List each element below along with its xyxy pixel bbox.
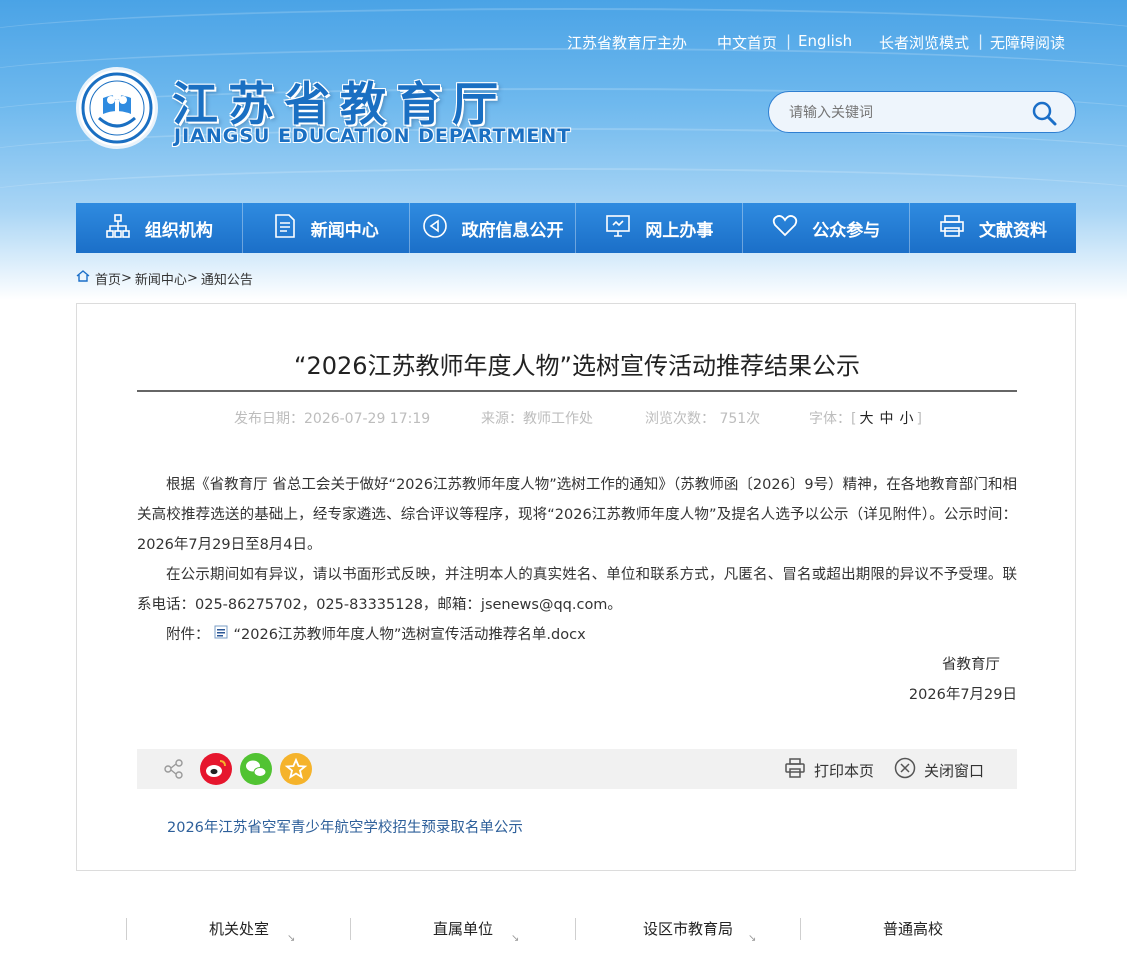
search-icon[interactable] <box>1031 100 1057 130</box>
bracket: ] <box>916 411 922 427</box>
attachment-label: 附件： <box>166 627 210 643</box>
footer-nav-item[interactable]: 直属单位 ↘ <box>350 918 575 944</box>
separator: | <box>786 32 792 50</box>
footer-nav-label: 普通高校 <box>882 920 943 938</box>
nav-label: 文献资料 <box>979 220 1048 241</box>
paragraph: 根据《省教育厅 省总工会关于做好“2026江苏教师年度人物”选树工作的通知》（苏… <box>137 477 1017 553</box>
elder-mode-link[interactable]: 长者浏览模式 <box>879 32 969 53</box>
font-size-medium[interactable]: 中 <box>879 411 893 427</box>
search-input[interactable] <box>789 102 1019 124</box>
font-size-small[interactable]: 小 <box>899 411 913 427</box>
article-card: “2026江苏教师年度人物”选树宣传活动推荐结果公示 发布日期：2026-07-… <box>76 303 1076 871</box>
signature: 省教育厅 <box>942 657 1000 673</box>
monitor-icon <box>605 214 645 243</box>
footer-nav-label: 机关处室 <box>208 920 269 938</box>
heart-icon <box>772 214 812 243</box>
print-label: 打印本页 <box>814 761 875 780</box>
nav-label: 政府信息公开 <box>461 220 564 241</box>
breadcrumb: 首页 > 新闻中心 > 通知公告 <box>76 269 253 288</box>
font-size-label: 字体： <box>809 411 851 427</box>
related-article-link[interactable]: 2026年江苏省空军青少年航空学校招生预录取名单公示 <box>167 816 523 837</box>
separator: | <box>978 32 984 50</box>
nav-label: 网上办事 <box>645 220 714 241</box>
breadcrumb-separator: > <box>121 270 132 286</box>
breadcrumb-news[interactable]: 新闻中心 <box>135 269 187 288</box>
footer-nav: 机关处室 ↘ 直属单位 ↘ 设区市教育局 ↘ 普通高校 <box>126 918 1026 944</box>
title-divider <box>137 390 1017 392</box>
article-title: “2026江苏教师年度人物”选树宣传活动推荐结果公示 <box>294 352 860 380</box>
search-box <box>768 91 1076 133</box>
footer-nav-label: 设区市教育局 <box>642 920 733 938</box>
nav-label: 公众参与 <box>812 220 881 241</box>
font-size-large[interactable]: 大 <box>859 411 873 427</box>
wechat-icon[interactable] <box>240 753 272 789</box>
article-body: 根据《省教育厅 省总工会关于做好“2026江苏教师年度人物”选树工作的通知》（苏… <box>137 470 1017 710</box>
speaker-icon <box>422 213 462 244</box>
nav-item-organization[interactable]: 组织机构 <box>76 203 243 253</box>
close-label: 关闭窗口 <box>924 761 985 780</box>
source: 来源：教师工作处 <box>481 411 593 427</box>
article-meta: 发布日期：2026-07-29 17:19 来源：教师工作处 浏览次数： 751… <box>77 408 1077 428</box>
footer-nav-item[interactable]: 普通高校 <box>800 918 1025 940</box>
footer-nav-item[interactable]: 设区市教育局 ↘ <box>575 918 800 944</box>
document-icon <box>273 213 311 244</box>
close-icon <box>894 757 924 783</box>
nav-item-documents[interactable]: 文献资料 <box>910 203 1076 253</box>
breadcrumb-separator: > <box>186 270 198 286</box>
nav-item-public-participation[interactable]: 公众参与 <box>743 203 911 253</box>
view-count: 浏览次数： 751次 <box>645 411 761 427</box>
nav-label: 组织机构 <box>144 220 213 241</box>
accessible-reading-link[interactable]: 无障碍阅读 <box>990 32 1065 53</box>
paragraph: 在公示期间如有异议，请以书面形式反映，并注明本人的真实姓名、单位和联系方式，凡匿… <box>137 567 1017 613</box>
nav-label: 新闻中心 <box>310 220 379 241</box>
favorite-icon[interactable] <box>280 753 312 789</box>
attachment-row: 附件： “2026江苏教师年度人物”选树宣传活动推荐名单.docx <box>137 620 1017 650</box>
chinese-home-link[interactable]: 中文首页 <box>717 32 777 53</box>
printer-icon <box>939 214 979 243</box>
header-banner: 江苏省教育厅主办 中文首页 | English 长者浏览模式 | 无障碍阅读 江… <box>0 0 1127 300</box>
home-icon[interactable] <box>76 270 95 286</box>
attachment-link[interactable]: “2026江苏教师年度人物”选树宣传活动推荐名单.docx <box>234 620 586 650</box>
arrow-down-right-icon: ↘ <box>287 933 296 944</box>
org-chart-icon <box>105 213 145 244</box>
nav-item-online-services[interactable]: 网上办事 <box>576 203 744 253</box>
weibo-icon[interactable] <box>200 753 232 789</box>
arrow-down-right-icon: ↘ <box>748 933 757 944</box>
top-links: 江苏省教育厅主办 中文首页 | English 长者浏览模式 | 无障碍阅读 <box>0 32 1127 52</box>
print-button[interactable]: 打印本页 <box>784 757 874 783</box>
sponsor-text: 江苏省教育厅主办 <box>567 34 688 52</box>
close-window-button[interactable]: 关闭窗口 <box>894 757 984 783</box>
arrow-down-right-icon: ↘ <box>511 933 520 944</box>
footer-nav-item[interactable]: 机关处室 ↘ <box>126 918 351 944</box>
site-subtitle: JIANGSU EDUCATION DEPARTMENT <box>174 125 572 147</box>
sign-date: 2026年7月29日 <box>908 687 1017 703</box>
main-nav: 组织机构 新闻中心 政府信息公开 网上办事 公众参与 文献资料 <box>76 203 1076 253</box>
printer-icon <box>784 757 814 783</box>
english-link[interactable]: English <box>798 32 852 50</box>
footer-nav-label: 直属单位 <box>432 920 493 938</box>
nav-item-news[interactable]: 新闻中心 <box>243 203 410 253</box>
breadcrumb-home[interactable]: 首页 <box>95 269 121 288</box>
word-file-icon <box>210 620 234 650</box>
font-size-control: 字体：[大中小] <box>809 408 922 428</box>
share-bar: 打印本页 关闭窗口 <box>137 749 1017 789</box>
share-icon[interactable] <box>163 758 185 784</box>
breadcrumb-notices[interactable]: 通知公告 <box>201 269 253 288</box>
nav-item-gov-info[interactable]: 政府信息公开 <box>410 203 577 253</box>
publish-date: 发布日期：2026-07-29 17:19 <box>234 411 431 427</box>
department-emblem-icon[interactable] <box>76 67 158 149</box>
